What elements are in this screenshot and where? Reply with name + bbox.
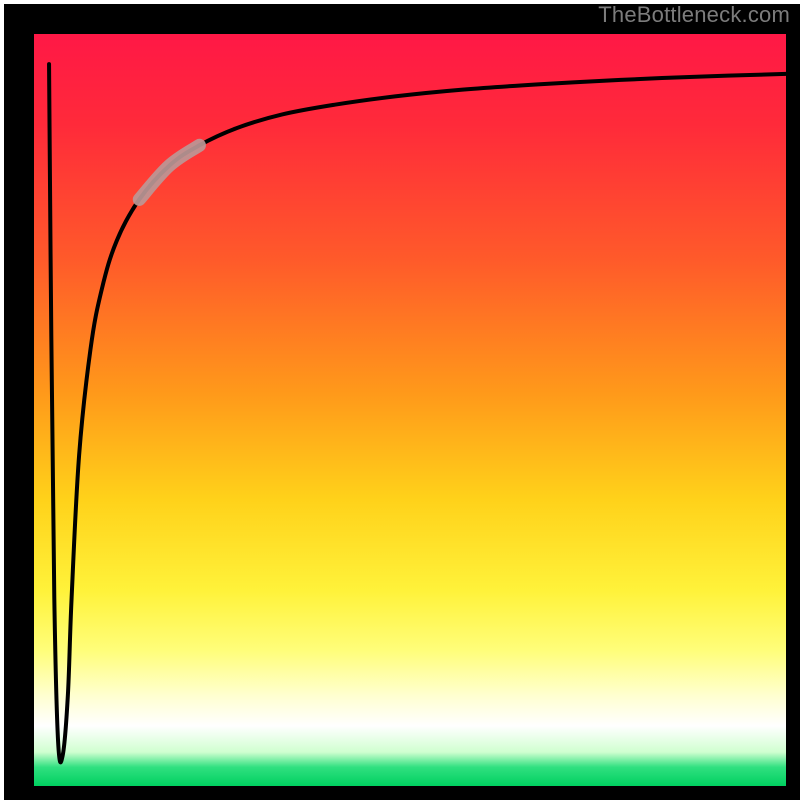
- plot-background: [34, 34, 786, 786]
- bottleneck-chart: [0, 0, 800, 800]
- attribution-text: TheBottleneck.com: [598, 2, 790, 28]
